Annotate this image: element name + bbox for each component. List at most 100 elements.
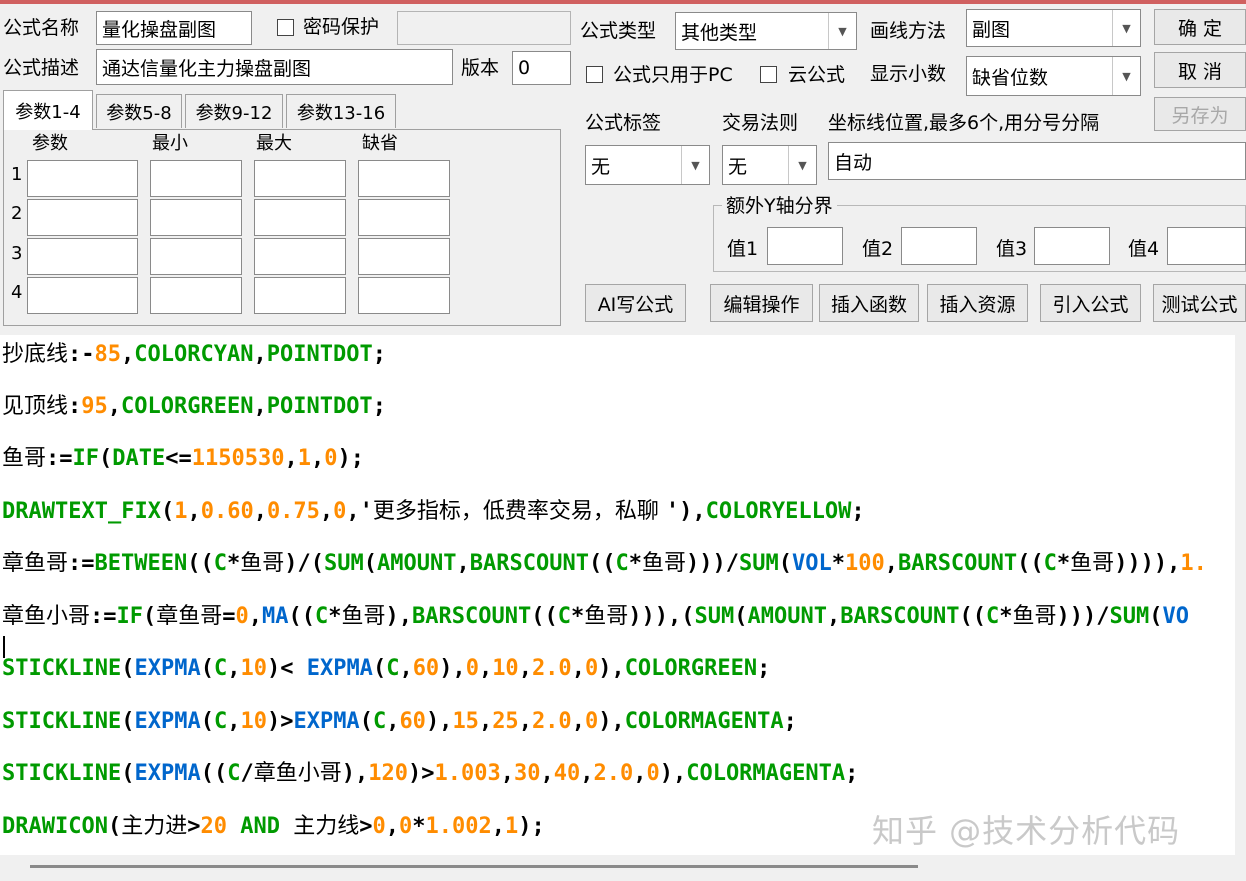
param-default-input[interactable]	[358, 160, 450, 197]
code-token: 95	[81, 394, 108, 419]
code-line: STICKLINE(EXPMA(C,10)>EXPMA(C,60),15,25,…	[2, 707, 797, 737]
insert-function-button[interactable]: 插入函数	[819, 284, 919, 322]
code-token: ;	[851, 499, 865, 524]
draw-method-select[interactable]: 副图 ▼	[966, 9, 1141, 47]
formula-desc-label: 公式描述	[3, 57, 80, 79]
param-min-input[interactable]	[150, 160, 242, 197]
param-max-input[interactable]	[254, 160, 346, 197]
version-label: 版本	[461, 57, 500, 79]
edit-operation-button[interactable]: 编辑操作	[710, 284, 813, 322]
code-token: 1150530	[191, 446, 285, 471]
param-name-input[interactable]	[27, 277, 138, 314]
code-token: EXPMA	[134, 761, 201, 786]
decimals-select[interactable]: 缺省位数 ▼	[966, 56, 1141, 96]
code-token: 25	[492, 709, 519, 734]
ai-write-button[interactable]: AI写公式	[585, 284, 686, 322]
code-token: 85	[94, 342, 122, 367]
y-value-3-input[interactable]	[1034, 227, 1110, 265]
param-min-input[interactable]	[150, 238, 242, 275]
import-formula-button[interactable]: 引入公式	[1040, 284, 1141, 322]
param-max-input[interactable]	[254, 238, 346, 275]
code-token: 见顶线	[2, 394, 69, 419]
param-default-input[interactable]	[358, 277, 450, 314]
insert-resource-button[interactable]: 插入资源	[927, 284, 1028, 322]
chevron-down-icon[interactable]: ▼	[828, 13, 856, 49]
code-token: 主力线	[293, 814, 360, 839]
formula-type-select[interactable]: 其他类型 ▼	[675, 12, 857, 50]
code-token: ((	[959, 604, 986, 629]
y-value-4-input[interactable]	[1167, 227, 1246, 265]
password-checkbox[interactable]	[277, 19, 294, 36]
tab-params-13-16[interactable]: 参数13-16	[286, 94, 396, 128]
code-token: :-	[68, 342, 95, 367]
code-token: 40	[553, 761, 581, 786]
code-token: ;	[372, 342, 386, 367]
code-token: ,	[491, 814, 505, 839]
code-token: *	[412, 814, 426, 839]
param-max-input[interactable]	[254, 277, 346, 314]
y-value-2-input[interactable]	[901, 227, 977, 265]
save-as-button[interactable]: 另存为	[1154, 97, 1246, 131]
chevron-down-icon[interactable]: ▼	[1112, 10, 1140, 46]
param-name-input[interactable]	[27, 160, 138, 197]
param-row-number: 2	[11, 203, 23, 224]
code-token: VOL	[791, 551, 832, 576]
coord-input[interactable]: 自动	[828, 142, 1246, 180]
code-token: DATE	[112, 446, 166, 471]
code-token: ;	[845, 761, 859, 786]
code-token: ((	[288, 604, 316, 629]
code-token: DRAWTEXT_FIX	[2, 499, 161, 524]
code-token: AND	[240, 814, 280, 839]
chevron-down-icon[interactable]: ▼	[681, 146, 709, 184]
version-input[interactable]: 0	[512, 51, 571, 85]
code-token: ,	[319, 499, 334, 524]
code-token: (	[107, 814, 122, 839]
tab-params-1-4[interactable]: 参数1-4	[3, 90, 93, 130]
formula-name-input[interactable]: 量化操盘副图	[96, 11, 252, 45]
code-token: ,	[518, 656, 532, 681]
code-token: 1	[297, 446, 311, 471]
cancel-button[interactable]: 取 消	[1154, 52, 1246, 88]
tag-select[interactable]: 无 ▼	[585, 145, 710, 185]
code-token: :=	[46, 446, 73, 471]
code-line: STICKLINE(EXPMA(C,10)< EXPMA(C,60),0,10,…	[2, 654, 770, 684]
code-token: COLORMAGENTA	[686, 761, 846, 786]
trade-rule-select[interactable]: 无 ▼	[722, 145, 817, 185]
param-header-max: 最大	[256, 133, 292, 154]
horizontal-scrollbar[interactable]	[30, 865, 918, 868]
param-name-input[interactable]	[27, 199, 138, 236]
code-token: ,	[540, 761, 554, 786]
code-token: 2.0	[593, 761, 634, 786]
code-token: ;	[372, 394, 386, 419]
password-input[interactable]	[397, 11, 571, 45]
code-token: 鱼哥	[1012, 604, 1057, 629]
chevron-down-icon[interactable]: ▼	[788, 146, 816, 184]
param-min-input[interactable]	[150, 277, 242, 314]
coord-label: 坐标线位置,最多6个,用分号分隔	[828, 112, 1100, 134]
param-default-input[interactable]	[358, 238, 450, 275]
code-token: ),	[598, 709, 625, 734]
param-name-input[interactable]	[27, 238, 138, 275]
param-min-input[interactable]	[150, 199, 242, 236]
cloud-checkbox[interactable]	[760, 66, 777, 83]
code-token: ,	[284, 446, 298, 471]
code-token: 10	[240, 709, 267, 734]
test-formula-button[interactable]: 测试公式	[1153, 284, 1246, 322]
tab-params-5-8[interactable]: 参数5-8	[96, 94, 182, 128]
y-value-4-label: 值4	[1128, 238, 1160, 260]
param-max-input[interactable]	[254, 199, 346, 236]
tab-params-9-12[interactable]: 参数9-12	[185, 94, 283, 128]
y-value-1-input[interactable]	[767, 227, 843, 265]
code-token: POINTDOT	[266, 394, 373, 419]
param-default-input[interactable]	[358, 199, 450, 236]
ok-button[interactable]: 确 定	[1154, 9, 1246, 45]
code-token: COLORGREEN	[121, 394, 254, 419]
chevron-down-icon[interactable]: ▼	[1112, 57, 1140, 95]
pc-only-checkbox[interactable]	[586, 66, 603, 83]
formula-desc-input[interactable]: 通达信量化主力操盘副图	[96, 49, 453, 85]
code-token: ),	[341, 761, 369, 786]
code-editor[interactable]: 抄底线:-85,COLORCYAN,POINTDOT; 见顶线:95,COLORG…	[0, 335, 1235, 855]
code-token: (	[121, 709, 135, 734]
code-token: EXPMA	[134, 656, 201, 681]
